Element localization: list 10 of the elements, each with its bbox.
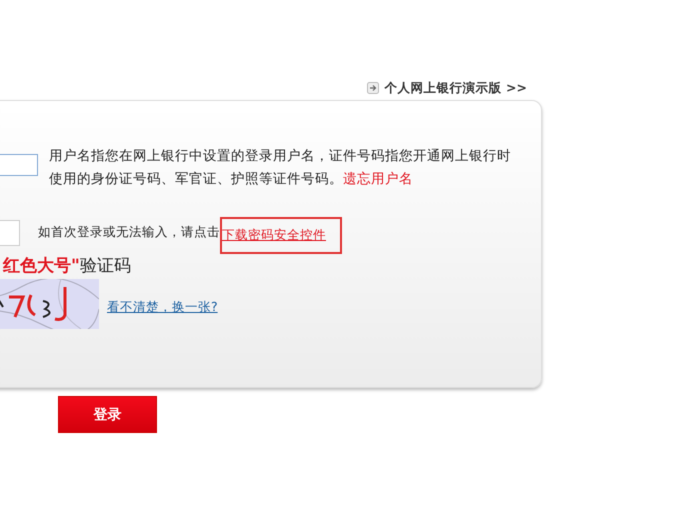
captcha-label-emphasis: 红色大号" (3, 256, 80, 276)
forgot-username-link[interactable]: 遗忘用户名 (343, 171, 413, 187)
login-button[interactable]: 登录 (58, 396, 157, 433)
download-control-link[interactable]: 下载密码安全控件 (222, 227, 326, 242)
arrow-icon (366, 82, 379, 94)
password-hint: 如首次登录或无法输入，请点击 (38, 224, 220, 241)
refresh-captcha-link[interactable]: 看不清楚，换一张? (107, 298, 218, 316)
captcha-label: 验证码 (80, 256, 131, 276)
username-hint: 用户名指您在网上银行中设置的登录用户名，证件号码指您开通网上银行时使用的身份证号码、军官证、护照等证件号码。遗忘用户名 (49, 147, 511, 189)
demo-link[interactable]: 个人网上银行演示版 >> (366, 78, 527, 98)
